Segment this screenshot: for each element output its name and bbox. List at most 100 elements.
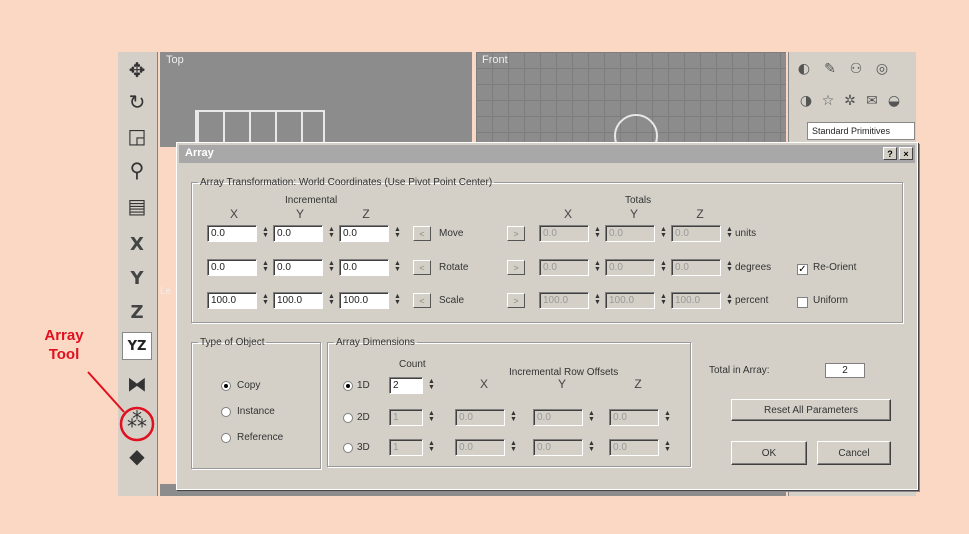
dim-3d-offset-y-field[interactable]: 0.0 [533,439,583,456]
rotate-incremental-z-arrows-icon[interactable]: ▲ ▼ [393,260,402,274]
rotate-incremental-z[interactable]: 0.0 ▲ ▼ [339,259,405,276]
scale-incremental-y-arrows-icon[interactable]: ▲ ▼ [327,293,336,307]
reset-all-parameters-button[interactable]: Reset All Parameters [731,399,891,421]
scale-total-z-arrows-icon[interactable]: ▲ ▼ [725,293,734,307]
move-incremental-x-field[interactable]: 0.0 [207,225,257,242]
close-button[interactable]: × [899,147,913,160]
geometry-icon[interactable]: ◑ [795,90,817,112]
rotate-total-z-field[interactable]: 0.0 [671,259,721,276]
move-icon[interactable]: ✥ [122,56,152,84]
cancel-button[interactable]: Cancel [817,441,891,465]
scale-total-z[interactable]: 100.0 ▲ ▼ [671,292,737,309]
dim-3d-count-field[interactable]: 1 [389,439,423,456]
scale-incremental-y[interactable]: 100.0 ▲ ▼ [273,292,339,309]
uniform-checkbox[interactable] [797,297,808,308]
rotate-right-arrow-button[interactable]: > [507,260,525,275]
dim-3d-offset-x-arrows-icon[interactable]: ▲ ▼ [509,440,518,454]
primitives-dropdown[interactable]: Standard Primitives [807,122,915,140]
reference-radio[interactable] [221,433,231,443]
scale-total-y-arrows-icon[interactable]: ▲ ▼ [659,293,668,307]
rotate-incremental-y-arrows-icon[interactable]: ▲ ▼ [327,260,336,274]
move-total-z-field[interactable]: 0.0 [671,225,721,242]
dim-3d-count-arrows-icon[interactable]: ▲ ▼ [427,440,436,454]
dim-2d-offset-y-field[interactable]: 0.0 [533,409,583,426]
rotate-incremental-y[interactable]: 0.0 ▲ ▼ [273,259,339,276]
dim-1d-count-field[interactable]: 2 [389,377,423,394]
dim-2d-offset-y-arrows-icon[interactable]: ▲ ▼ [587,410,596,424]
move-total-z[interactable]: 0.0 ▲ ▼ [671,225,737,242]
dim-3d-offset-z-arrows-icon[interactable]: ▲ ▼ [663,440,672,454]
move-total-x-field[interactable]: 0.0 [539,225,589,242]
rotate-total-x-arrows-icon[interactable]: ▲ ▼ [593,260,602,274]
ok-button[interactable]: OK [731,441,807,465]
copy-radio[interactable] [221,381,231,391]
move-incremental-z-field[interactable]: 0.0 [339,225,389,242]
shapes-icon[interactable]: ☆ [817,90,839,112]
rotate-total-x-field[interactable]: 0.0 [539,259,589,276]
move-total-y-field[interactable]: 0.0 [605,225,655,242]
rotate-total-x[interactable]: 0.0 ▲ ▼ [539,259,605,276]
move-incremental-y[interactable]: 0.0 ▲ ▼ [273,225,339,242]
rotate-total-y-field[interactable]: 0.0 [605,259,655,276]
rotate-icon[interactable]: ↻ [122,88,152,116]
cameras-icon[interactable]: ✉ [861,90,883,112]
move-incremental-x[interactable]: 0.0 ▲ ▼ [207,225,273,242]
dim-2d-offset-x-field[interactable]: 0.0 [455,409,505,426]
motion-tab-icon[interactable]: ◎ [871,58,893,80]
move-incremental-z-arrows-icon[interactable]: ▲ ▼ [393,226,402,240]
lights-icon[interactable]: ✲ [839,90,861,112]
dim-2d-count[interactable]: 1 ▲ ▼ [389,409,455,426]
scale-total-y[interactable]: 100.0 ▲ ▼ [605,292,671,309]
dim-1d-count[interactable]: 2 ▲ ▼ [389,377,455,394]
modify-tab-icon[interactable]: ✎ [819,58,841,80]
scale-incremental-z-arrows-icon[interactable]: ▲ ▼ [393,293,402,307]
scale-incremental-x-field[interactable]: 100.0 [207,292,257,309]
rotate-total-z[interactable]: 0.0 ▲ ▼ [671,259,737,276]
mirror-icon[interactable]: ⧓ [122,370,152,398]
move-total-y[interactable]: 0.0 ▲ ▼ [605,225,671,242]
snapshot-icon[interactable]: ◆ [122,442,152,470]
rotate-left-arrow-button[interactable]: < [413,260,431,275]
dim-2d-offset-y[interactable]: 0.0 ▲ ▼ [533,409,599,426]
dim-3d-offset-y-arrows-icon[interactable]: ▲ ▼ [587,440,596,454]
scale-total-x-field[interactable]: 100.0 [539,292,589,309]
dim-3d-offset-z-field[interactable]: 0.0 [609,439,659,456]
move-total-x[interactable]: 0.0 ▲ ▼ [539,225,605,242]
move-incremental-y-field[interactable]: 0.0 [273,225,323,242]
rotate-total-z-arrows-icon[interactable]: ▲ ▼ [725,260,734,274]
rotate-incremental-y-field[interactable]: 0.0 [273,259,323,276]
dim-3d-offset-y[interactable]: 0.0 ▲ ▼ [533,439,599,456]
dialog-titlebar[interactable]: Array ? × [179,145,915,163]
array-tool-icon[interactable]: ⁂ [122,406,152,434]
helpers-icon[interactable]: ◒ [883,90,905,112]
scale-total-y-field[interactable]: 100.0 [605,292,655,309]
y-axis-icon[interactable]: Y [122,264,152,292]
dim-2d-offset-x[interactable]: 0.0 ▲ ▼ [455,409,521,426]
dim-2d-offset-x-arrows-icon[interactable]: ▲ ▼ [509,410,518,424]
dim-3d-radio[interactable] [343,443,353,453]
dim-3d-offset-x-field[interactable]: 0.0 [455,439,505,456]
scale-total-x[interactable]: 100.0 ▲ ▼ [539,292,605,309]
help-button[interactable]: ? [883,147,897,160]
re-orient-checkbox[interactable]: ✓ [797,264,808,275]
dim-1d-radio[interactable] [343,381,353,391]
scale-total-z-field[interactable]: 100.0 [671,292,721,309]
scale-incremental-z[interactable]: 100.0 ▲ ▼ [339,292,405,309]
move-left-arrow-button[interactable]: < [413,226,431,241]
scale-incremental-x-arrows-icon[interactable]: ▲ ▼ [261,293,270,307]
dim-3d-offset-z[interactable]: 0.0 ▲ ▼ [609,439,675,456]
move-total-x-arrows-icon[interactable]: ▲ ▼ [593,226,602,240]
x-axis-icon[interactable]: X [122,230,152,258]
scale-left-arrow-button[interactable]: < [413,293,431,308]
dim-3d-offset-x[interactable]: 0.0 ▲ ▼ [455,439,521,456]
hierarchy-tab-icon[interactable]: ⚇ [845,58,867,80]
align-icon[interactable]: ▤ [122,192,152,220]
move-incremental-x-arrows-icon[interactable]: ▲ ▼ [261,226,270,240]
rotate-incremental-x-field[interactable]: 0.0 [207,259,257,276]
dim-2d-radio[interactable] [343,413,353,423]
rotate-incremental-x[interactable]: 0.0 ▲ ▼ [207,259,273,276]
mirror-figure-icon[interactable]: ⚲ [122,156,152,184]
move-incremental-y-arrows-icon[interactable]: ▲ ▼ [327,226,336,240]
dim-2d-offset-z[interactable]: 0.0 ▲ ▼ [609,409,675,426]
rotate-total-y[interactable]: 0.0 ▲ ▼ [605,259,671,276]
